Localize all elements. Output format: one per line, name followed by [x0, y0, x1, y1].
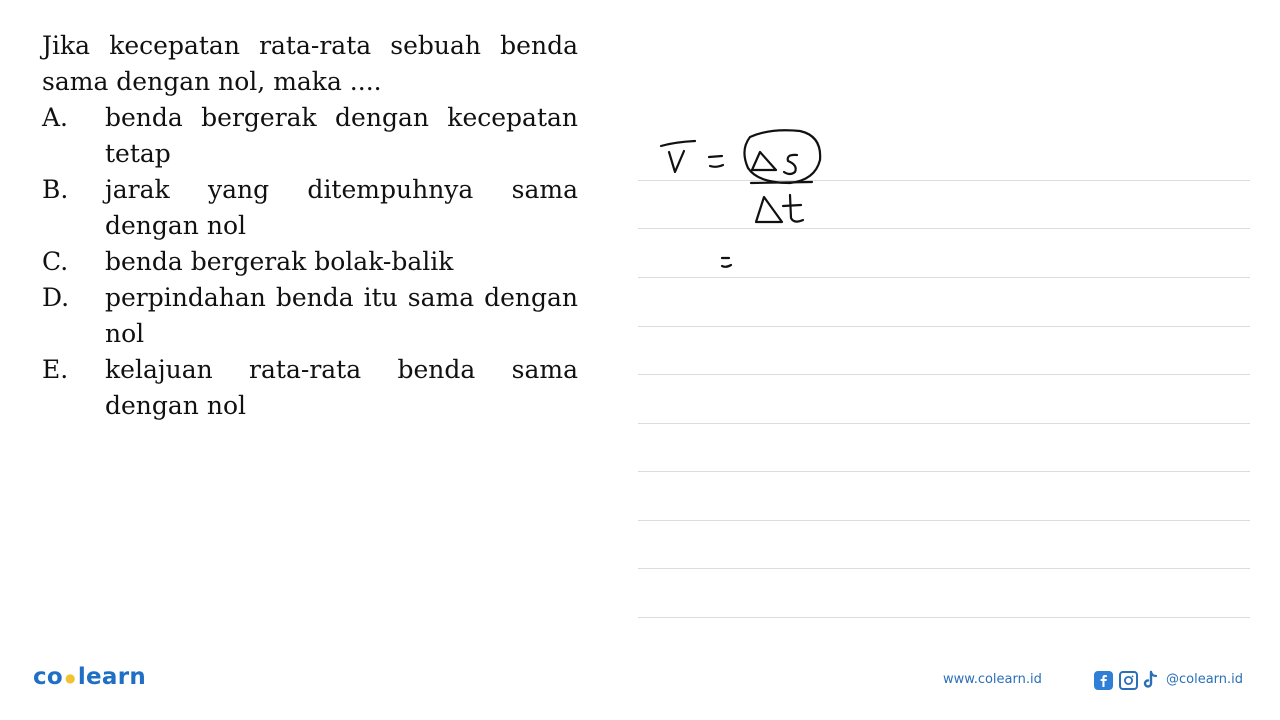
ruled-line — [638, 423, 1250, 424]
circle-stroke — [743, 129, 822, 185]
option-e: E. kelajuan rata-rata benda sama dengan … — [42, 352, 578, 424]
question-block: Jika kecepatan rata-rata sebuah benda sa… — [42, 28, 578, 424]
colearn-logo: co ●learn — [33, 664, 146, 690]
option-text: jarak yang ditempuhnya sama dengan nol — [105, 175, 578, 240]
option-text: benda bergerak bolak-balik — [105, 247, 454, 276]
equals-top-stroke — [707, 154, 724, 159]
option-text: kelajuan rata-rata benda sama dengan nol — [105, 355, 578, 420]
equals-bottom-stroke — [708, 163, 725, 168]
facebook-icon[interactable] — [1094, 671, 1113, 690]
website-link[interactable]: www.colearn.id — [943, 672, 1042, 687]
option-text: benda bergerak dengan kecepatan tetap — [105, 103, 578, 168]
logo-dot-icon: ● — [65, 670, 76, 685]
option-label: E. — [42, 355, 69, 384]
question-text: Jika kecepatan rata-rata sebuah benda sa… — [42, 31, 578, 96]
option-text: perpindahan benda itu sama dengan nol — [105, 283, 578, 348]
social-handle[interactable]: @colearn.id — [1166, 672, 1243, 687]
option-label: A. — [42, 103, 69, 132]
ruled-line — [638, 520, 1250, 521]
ruled-line — [638, 180, 1250, 181]
logo-co: co — [33, 664, 64, 690]
option-c: C. benda bergerak bolak-balik — [42, 244, 578, 280]
t-cross-stroke — [781, 203, 803, 208]
option-d: D. perpindahan benda itu sama dengan nol — [42, 280, 578, 352]
fraction-line-stroke — [749, 180, 814, 185]
tiktok-icon[interactable] — [1143, 670, 1159, 690]
option-label: D. — [42, 283, 70, 312]
ruled-line — [638, 568, 1250, 569]
ruled-line — [638, 471, 1250, 472]
ruled-line — [638, 277, 1250, 278]
ruled-line — [638, 374, 1250, 375]
equals2-bottom-stroke — [720, 263, 733, 268]
delta-numerator-stroke — [750, 150, 778, 172]
option-b: B. jarak yang ditempuhnya sama dengan no… — [42, 172, 578, 244]
ruled-line — [638, 228, 1250, 229]
instagram-icon[interactable] — [1119, 671, 1138, 690]
ruled-line — [638, 617, 1250, 618]
option-a: A. benda bergerak dengan kecepatan tetap — [42, 100, 578, 172]
ruled-line — [638, 326, 1250, 327]
v-bar-stroke — [659, 139, 697, 148]
v-stroke — [667, 149, 686, 174]
delta-denominator-stroke — [754, 195, 784, 224]
logo-learn: learn — [77, 664, 147, 690]
s-stroke — [782, 153, 799, 176]
option-label: C. — [42, 247, 69, 276]
t-stem-stroke — [788, 193, 805, 223]
option-label: B. — [42, 175, 69, 204]
